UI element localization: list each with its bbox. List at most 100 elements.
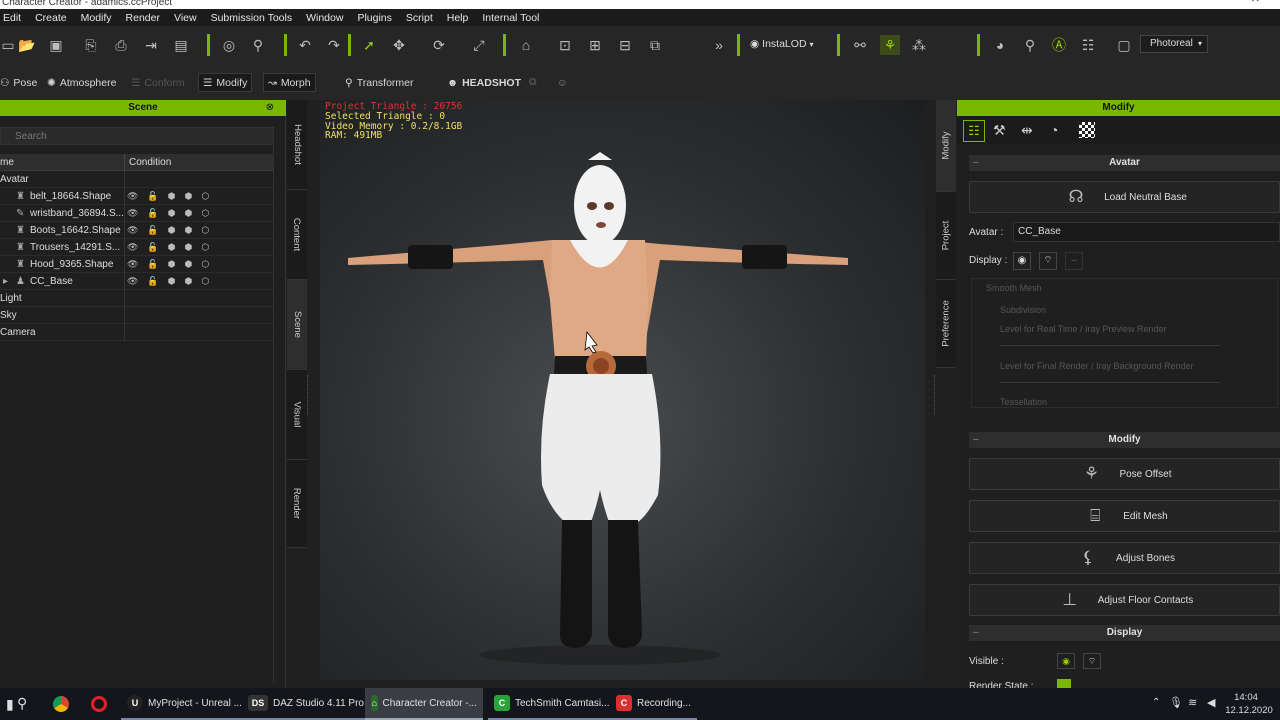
visibility-icons[interactable]: 👁🔓⬢⬢⬡	[127, 205, 218, 222]
tree-row[interactable]: ▸ ♟ CC_Base 👁🔓⬢⬢⬡	[0, 273, 274, 290]
opera-icon[interactable]	[91, 696, 107, 712]
transform-icon[interactable]: ⇹	[1021, 122, 1033, 139]
collapse-icon[interactable]: –	[973, 155, 979, 171]
move-icon[interactable]: ✥	[389, 35, 409, 55]
file-icon[interactable]: ▭	[0, 35, 18, 55]
tree-row-sky[interactable]: Sky	[0, 307, 274, 324]
more-icon[interactable]: »	[709, 35, 729, 55]
character-model[interactable]	[320, 100, 925, 680]
export-icon[interactable]: ⎙	[111, 35, 131, 55]
visible-eye-icon[interactable]: ◉	[1057, 653, 1075, 669]
a-icon[interactable]: Ⓐ	[1049, 35, 1069, 55]
tab-headshot[interactable]: Headshot	[287, 100, 307, 190]
smooth-mesh-checkbox[interactable]: Smooth Mesh	[986, 283, 1042, 293]
select-arrow-icon[interactable]: ➚	[359, 35, 379, 55]
pose-offset-button[interactable]: ⚘ Pose Offset	[969, 458, 1280, 490]
splitter-handle[interactable]	[307, 375, 309, 415]
taskbar-recording[interactable]: C Recording...	[610, 688, 697, 720]
close-icon[interactable]: ✕	[1251, 0, 1260, 5]
taskbar-character-creator[interactable]: ⌂ Character Creator -...	[365, 688, 483, 720]
render-mode-select[interactable]: Photoreal ▾	[1140, 35, 1208, 53]
crowd-icon[interactable]: ⁂	[909, 35, 929, 55]
task-view-icon[interactable]: ▮	[6, 696, 14, 713]
level-realtime-slider[interactable]	[1000, 345, 1220, 346]
tab-render[interactable]: Render	[287, 460, 307, 548]
volume-icon[interactable]: ◀	[1207, 696, 1215, 709]
tree-row-camera[interactable]: Camera	[0, 324, 274, 341]
microphone-icon[interactable]: 🎙	[1169, 696, 1183, 709]
close-icon[interactable]: ⊗	[266, 100, 274, 116]
menu-plugins[interactable]: Plugins	[350, 12, 398, 24]
modify-section-header[interactable]: – Modify	[969, 432, 1280, 448]
search-icon[interactable]: ⚲	[17, 695, 27, 712]
window-icon[interactable]: ▢	[1114, 35, 1134, 55]
visibility-icons[interactable]: 👁🔓⬢⬢⬡	[127, 222, 218, 239]
tab-content[interactable]: Content	[287, 190, 307, 280]
collapse-icon[interactable]: –	[973, 432, 979, 448]
visible-mesh-icon[interactable]: ⌔	[1083, 653, 1101, 669]
tab-visual[interactable]: Visual	[287, 370, 307, 460]
sliders-icon[interactable]: ☷	[963, 120, 985, 142]
redo-icon[interactable]: ↷	[324, 35, 344, 55]
menu-internal-tool[interactable]: Internal Tool	[475, 12, 546, 24]
avatar-section-header[interactable]: – Avatar	[969, 155, 1280, 171]
frame-icon[interactable]: ⊞	[585, 35, 605, 55]
menu-submission-tools[interactable]: Submission Tools	[204, 12, 300, 24]
import-icon[interactable]: ⎘	[81, 35, 101, 55]
globe-icon[interactable]: ◕	[990, 35, 1010, 55]
bone-icon[interactable]: ⚯	[850, 35, 870, 55]
morph-button[interactable]: ↝ Morph	[263, 73, 316, 92]
3d-viewport[interactable]: Project Triangle : 20756 Selected Triang…	[320, 100, 925, 680]
undo-icon[interactable]: ↶	[295, 35, 315, 55]
camera-view-icon[interactable]: ⧉	[645, 35, 665, 55]
conform-button[interactable]: ☰ Conform	[127, 73, 189, 92]
search-input[interactable]: Search	[0, 127, 274, 145]
menu-script[interactable]: Script	[399, 12, 440, 24]
pose-button[interactable]: ⚇ Pose	[0, 73, 41, 92]
load-neutral-base-button[interactable]: ☊ Load Neutral Base	[969, 181, 1280, 213]
screen-icon[interactable]: ▤	[171, 35, 191, 55]
tree-row[interactable]: ♜ Trousers_14291.S... 👁🔓⬢⬢⬡	[0, 239, 274, 256]
instalod-button[interactable]: ◉ InstaLOD ▾	[750, 38, 814, 50]
pose-icon[interactable]: ⚒	[993, 122, 1006, 139]
headshot-button[interactable]: ☻ HEADSHOT	[443, 73, 525, 92]
open-folder-icon[interactable]: 📂	[17, 35, 37, 55]
rotate-icon[interactable]: ⟳	[429, 35, 449, 55]
tree-row[interactable]: ✎ wristband_36894.S... 👁🔓⬢⬢⬡	[0, 205, 274, 222]
wifi-icon[interactable]: ≋	[1188, 696, 1197, 709]
atmosphere-button[interactable]: ✺ Atmosphere	[43, 73, 120, 92]
tree-row[interactable]: ♜ Boots_16642.Shape 👁🔓⬢⬢⬡	[0, 222, 274, 239]
tree-row-avatar[interactable]: Avatar	[0, 171, 274, 188]
mannequin-icon[interactable]: ⚲	[248, 35, 268, 55]
pose-icon[interactable]: ⚘	[880, 35, 900, 55]
checker-icon[interactable]	[1079, 122, 1095, 138]
splitter-handle[interactable]	[934, 375, 936, 415]
mesh-display-icon[interactable]: ⌔	[1039, 252, 1057, 270]
visibility-icons[interactable]: 👁🔓⬢⬢⬡	[127, 273, 218, 290]
tray-chevron-icon[interactable]: ⌃	[1152, 697, 1160, 708]
taskbar-daz[interactable]: DS DAZ Studio 4.11 Pro	[242, 688, 370, 720]
edit-mesh-button[interactable]: ⌸ Edit Mesh	[969, 500, 1280, 532]
tree-row-light[interactable]: Light	[0, 290, 274, 307]
search-zoom-icon[interactable]: ⚲	[1020, 35, 1040, 55]
chrome-icon[interactable]	[53, 696, 69, 712]
level-final-slider[interactable]	[1000, 382, 1220, 383]
avatar-name-field[interactable]: CC_Base	[1013, 222, 1280, 242]
display-section-header[interactable]: – Display	[969, 625, 1280, 641]
tessellation-radio[interactable]: Tessellation	[1000, 397, 1047, 407]
tree-row[interactable]: ♜ belt_18664.Shape 👁🔓⬢⬢⬡	[0, 188, 274, 205]
taskbar-unreal[interactable]: U MyProject - Unreal ...	[121, 688, 248, 720]
menu-edit[interactable]: Edit	[0, 12, 28, 24]
menu-window[interactable]: Window	[299, 12, 350, 24]
copy-icon[interactable]: ⧉	[525, 73, 541, 92]
modify-button[interactable]: ☰ Modify	[198, 73, 253, 92]
visibility-icons[interactable]: 👁🔓⬢⬢⬡	[127, 188, 218, 205]
menu-modify[interactable]: Modify	[74, 12, 119, 24]
save-icon[interactable]: ▣	[46, 35, 66, 55]
tab-preference[interactable]: Preference	[936, 280, 956, 368]
clock-time[interactable]: 14:04	[1224, 692, 1268, 703]
tab-project[interactable]: Project	[936, 192, 956, 280]
menu-view[interactable]: View	[167, 12, 204, 24]
eye-icon[interactable]: ◉	[1013, 252, 1031, 270]
collapse-icon[interactable]: –	[973, 625, 979, 641]
